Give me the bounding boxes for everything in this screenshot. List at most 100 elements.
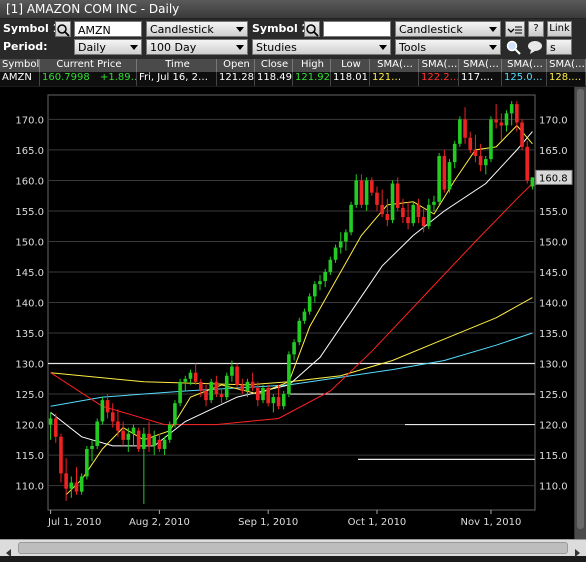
candle-body <box>349 204 353 233</box>
candle-body <box>489 119 493 160</box>
candle-body <box>416 204 421 218</box>
column-header[interactable]: High <box>293 59 331 72</box>
s-select[interactable]: s <box>546 39 572 55</box>
period-select[interactable]: Daily <box>74 39 142 55</box>
candle-body <box>292 342 296 355</box>
candle-body <box>338 241 343 248</box>
link-button[interactable]: Link <box>547 21 572 37</box>
x-tick-label: Nov 1, 2010 <box>461 517 522 528</box>
candle-body <box>328 259 333 272</box>
quote-value: 128.… <box>547 72 586 86</box>
candle-body <box>333 247 338 260</box>
y-tick-label-right: 125.0 <box>539 390 568 401</box>
zoom-icon[interactable] <box>505 39 523 55</box>
y-tick-label-left: 155.0 <box>15 207 44 218</box>
chat-icon[interactable] <box>526 39 544 55</box>
scroll-left-icon[interactable] <box>3 543 15 557</box>
y-tick-label-left: 165.0 <box>15 146 44 157</box>
search-icon[interactable] <box>304 21 320 37</box>
quote-value: 118.01 <box>331 72 370 86</box>
column-header[interactable]: SMA(… <box>459 59 502 72</box>
quote-value: 121.28 <box>217 72 255 86</box>
candle-body <box>520 122 524 147</box>
column-header[interactable]: Low <box>331 59 370 72</box>
candle-body <box>214 381 219 395</box>
candle-body <box>204 390 208 401</box>
chart-area[interactable]: 110.0 110.0 115.0 115.0 120.0 120.0 125.0 125.0… <box>0 87 574 539</box>
y-tick-label-right: 130.0 <box>539 360 568 371</box>
range-select[interactable]: 100 Day <box>146 39 248 55</box>
symbol2-input[interactable] <box>323 21 391 37</box>
quote-value: 125.0… <box>502 72 547 86</box>
column-header[interactable]: Time <box>137 59 217 72</box>
candle-body <box>121 430 125 440</box>
help-button[interactable]: ? <box>528 21 544 37</box>
quote-value: 121… <box>370 72 419 86</box>
candle-body <box>468 137 473 150</box>
vertical-scrollbar[interactable] <box>574 87 586 539</box>
quote-value: AMZN <box>0 72 40 86</box>
candle-body <box>344 232 348 242</box>
candle-body <box>110 412 115 422</box>
candle-body <box>271 397 276 404</box>
candle-body <box>401 207 405 218</box>
candle-body <box>85 448 89 477</box>
menu-icon[interactable] <box>505 21 525 37</box>
column-header[interactable]: Close <box>255 59 293 72</box>
candlestick-chart[interactable]: 110.0 110.0 115.0 115.0 120.0 120.0 125.0 125.0… <box>0 87 574 539</box>
chart-type2-value: Candlestick <box>399 23 463 36</box>
candle-body <box>432 201 436 205</box>
column-header[interactable]: SMA(… <box>547 59 586 72</box>
candle-body <box>359 180 364 205</box>
column-header[interactable]: Open <box>217 59 255 72</box>
sma-line <box>50 183 533 426</box>
column-header[interactable]: SMA(… <box>370 59 419 72</box>
period-value: Daily <box>78 41 106 54</box>
candle-body <box>385 214 390 221</box>
column-header[interactable]: SMA(… <box>419 59 459 72</box>
candle-body <box>452 143 457 163</box>
y-tick-label-left: 140.0 <box>15 299 44 310</box>
studies-select[interactable]: Studies <box>252 39 391 55</box>
candle-body <box>167 424 172 440</box>
candle-body <box>302 311 307 321</box>
candle-body <box>369 180 374 193</box>
search-icon[interactable] <box>55 21 71 37</box>
candle-body <box>494 119 498 123</box>
chevron-down-icon <box>489 45 497 50</box>
scroll-thumb[interactable] <box>18 542 568 554</box>
horizontal-scrollbar[interactable] <box>0 539 586 557</box>
quote-header-row: Symbol Current Price Time Open Close High Low S… <box>0 59 586 72</box>
candle-body <box>183 378 188 382</box>
candle-body <box>79 476 84 492</box>
symbol1-input[interactable]: AMZN <box>74 21 142 37</box>
column-header[interactable]: SMA(… <box>502 59 547 72</box>
scroll-right-icon[interactable] <box>571 543 583 557</box>
candle-body <box>395 183 400 208</box>
candle-body <box>426 204 431 227</box>
candle-body <box>483 159 488 166</box>
scroll-thumb[interactable] <box>577 89 584 529</box>
candle-body <box>59 436 63 474</box>
candle-body <box>281 394 286 407</box>
candle-body <box>406 217 410 224</box>
y-tick-label-right: 110.0 <box>539 482 568 493</box>
column-header[interactable]: Symbol <box>0 59 40 72</box>
candle-body <box>525 146 530 181</box>
candle-body <box>478 156 483 166</box>
chart-type2-select[interactable]: Candlestick <box>395 21 501 37</box>
chevron-down-icon <box>379 45 387 50</box>
y-tick-label-left: 135.0 <box>15 329 44 340</box>
candle-body <box>473 149 478 157</box>
y-tick-label-left: 160.0 <box>15 176 44 187</box>
column-header[interactable]: Current Price <box>40 59 137 72</box>
y-tick-label-left: 120.0 <box>15 421 44 432</box>
candle-body <box>235 366 239 385</box>
candle-body <box>390 183 395 221</box>
chart-type-select[interactable]: Candlestick <box>146 21 248 37</box>
tools-select[interactable]: Tools <box>395 39 501 55</box>
y-tick-label-right: 140.0 <box>539 299 568 310</box>
candle-body <box>421 217 426 227</box>
sma-line <box>50 332 533 407</box>
candle-body <box>447 162 452 190</box>
